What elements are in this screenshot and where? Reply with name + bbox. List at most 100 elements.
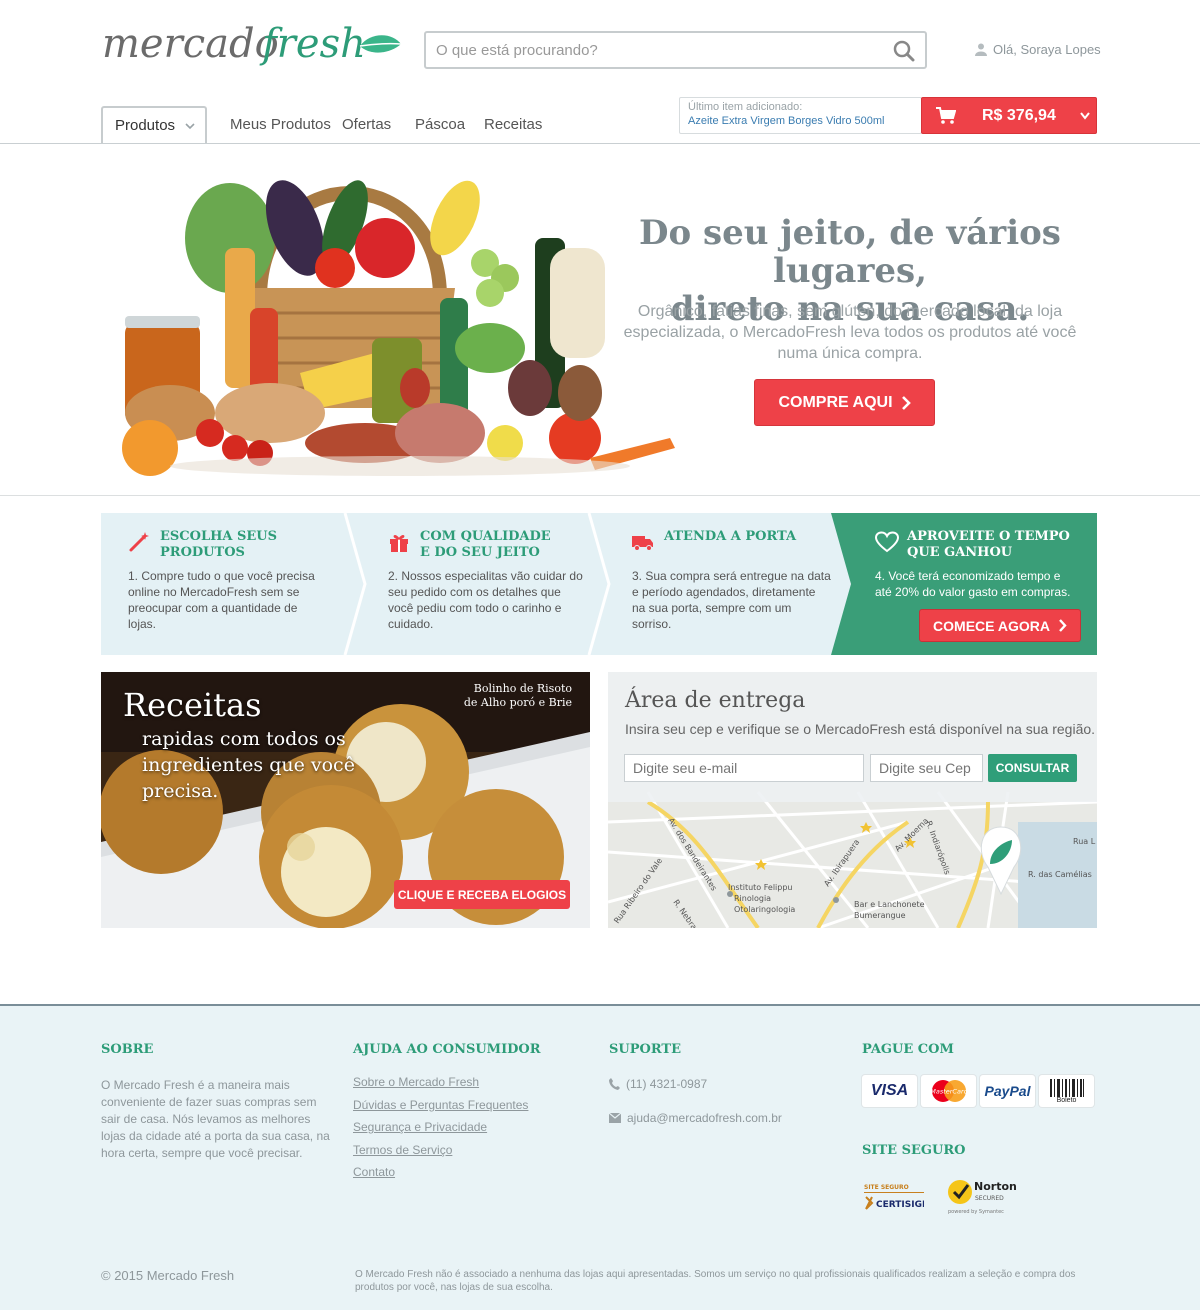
cart-icon	[936, 106, 956, 124]
gift-icon	[390, 535, 408, 552]
chevron-right-icon	[901, 395, 911, 410]
copyright: © 2015 Mercado Fresh	[101, 1268, 235, 1283]
certisign-seal-icon: SITE SEGURO CERTISIGN	[864, 1184, 924, 1210]
map-label-bumerangue: Bumerangue	[854, 911, 906, 920]
email-text: ajuda@mercadofresh.com.br	[627, 1111, 782, 1125]
footer-pagamento: PAGUE COM VISA MasterCard PayPal Boleto …	[862, 1042, 1094, 1216]
comece-agora-label: COMECE AGORA	[933, 617, 1050, 634]
user-greeting: Olá, Soraya Lopes	[993, 42, 1101, 57]
entrega-subtitle: Insira seu cep e verifique se o MercadoF…	[625, 721, 1096, 737]
heart-icon	[875, 531, 899, 553]
support-email[interactable]: ajuda@mercadofresh.com.br	[609, 1111, 782, 1125]
svg-text:CERTISIGN: CERTISIGN	[876, 1200, 924, 1210]
suporte-heading: SUPORTE	[609, 1042, 681, 1057]
map-label-rinologia: Rinologia	[734, 894, 771, 903]
last-item-value[interactable]: Azeite Extra Virgem Borges Vidro 500ml	[688, 115, 913, 127]
link-sobre[interactable]: Sobre o Mercado Fresh	[353, 1071, 541, 1094]
step-3-title: ATENDA A PORTA	[664, 529, 797, 544]
step-3-text: 3. Sua compra será entregue na data e pe…	[632, 569, 831, 631]
receitas-caption: Bolinho de Risoto de Alho poró e Brie	[463, 682, 572, 709]
consultar-button[interactable]: CONSULTAR	[988, 754, 1077, 782]
hero-title-line1: Do seu jeito, de vários lugares,	[639, 213, 1061, 291]
last-added-item[interactable]: Último item adicionado: Azeite Extra Vir…	[679, 97, 922, 134]
footer-suporte: SUPORTE (11) 4321-0987 ajuda@mercadofres…	[609, 1042, 782, 1125]
produtos-label: Produtos	[115, 117, 176, 134]
paypal-icon: PayPal	[980, 1075, 1035, 1107]
footer-sobre: SOBRE O Mercado Fresh é a maneira mais c…	[101, 1042, 337, 1162]
map-label-otolaringologia: Otolaringologia	[734, 905, 795, 914]
main-nav: Produtos Meus Produtos Ofertas Páscoa Re…	[0, 96, 1200, 144]
receitas-title: Receitas	[123, 686, 262, 724]
chevron-right-icon	[1059, 619, 1067, 632]
envelope-icon	[609, 1113, 621, 1123]
nav-pascoa[interactable]: Páscoa	[415, 116, 465, 133]
link-duvidas[interactable]: Dúvidas e Perguntas Frequentes	[353, 1094, 541, 1117]
email-field[interactable]	[624, 754, 864, 782]
map-label-bar: Bar e Lanchonete	[854, 900, 925, 909]
search-box[interactable]	[424, 31, 927, 69]
cart-total: R$ 376,94	[982, 106, 1056, 124]
map-label-rua-l: Rua L	[1073, 837, 1096, 846]
mastercard-icon: MasterCard	[921, 1075, 976, 1107]
map-label-camelias: R. das Camélias	[1028, 869, 1092, 879]
svg-text:SECURED: SECURED	[975, 1195, 1004, 1202]
svg-text:powered by Symantec: powered by Symantec	[948, 1209, 1004, 1215]
link-termos[interactable]: Termos de Serviço	[353, 1139, 541, 1162]
last-item-label: Último item adicionado:	[688, 101, 803, 113]
entrega-title: Área de entrega	[625, 688, 806, 713]
user-menu[interactable]: Olá, Soraya Lopes	[975, 42, 1101, 57]
visa-icon: VISA	[862, 1075, 917, 1107]
step-1: ESCOLHA SEUS PRODUTOS 1. Compre tudo o qu…	[128, 513, 348, 655]
step-4: APROVEITE O TEMPO QUE GANHOU 4. Você terá…	[875, 513, 1090, 655]
grocery-basket-image	[122, 180, 675, 476]
support-phone[interactable]: (11) 4321-0987	[609, 1077, 782, 1091]
nav-meus-produtos[interactable]: Meus Produtos	[230, 116, 331, 133]
phone-icon	[609, 1078, 620, 1090]
hero-banner: Do seu jeito, de vários lugares, direto …	[0, 144, 1200, 496]
cep-field[interactable]	[870, 754, 983, 782]
receitas-banner[interactable]: Receitas rapidas com todos os ingredient…	[101, 672, 590, 928]
norton-secured-icon: Norton SECURED powered by Symantec	[948, 1180, 1017, 1215]
svg-text:Norton: Norton	[974, 1180, 1017, 1193]
step-1-text: 1. Compre tudo o que você precisa online…	[128, 569, 315, 631]
truck-icon	[632, 536, 653, 551]
nav-receitas[interactable]: Receitas	[484, 116, 542, 133]
search-icon[interactable]	[893, 40, 915, 62]
disclaimer: O Mercado Fresh não é associado a nenhum…	[355, 1269, 1076, 1293]
compre-aqui-button[interactable]: COMPRE AQUI	[754, 379, 935, 426]
ajuda-heading: AJUDA AO CONSUMIDOR	[353, 1042, 541, 1057]
chevron-down-icon	[185, 122, 195, 129]
compre-aqui-label: COMPRE AQUI	[778, 393, 893, 411]
search-input[interactable]	[426, 33, 866, 67]
boleto-icon: Boleto	[1039, 1075, 1094, 1107]
phone-text: (11) 4321-0987	[626, 1077, 708, 1091]
step-1-title: ESCOLHA SEUS PRODUTOS	[160, 529, 278, 560]
svg-text:SITE SEGURO: SITE SEGURO	[864, 1184, 909, 1191]
footer-ajuda: AJUDA AO CONSUMIDOR Sobre o Mercado Fres…	[353, 1042, 541, 1184]
link-seguranca[interactable]: Segurança e Privacidade	[353, 1116, 541, 1139]
step-4-text: 4. Você terá economizado tempo e até 20%…	[875, 569, 1071, 599]
magic-wand-icon	[129, 532, 149, 552]
clique-receba-elogios-button[interactable]: CLIQUE E RECEBA ELOGIOS	[394, 880, 570, 909]
cart-button[interactable]: R$ 376,94	[921, 97, 1097, 134]
step-4-title: APROVEITE O TEMPO QUE GANHOU	[907, 529, 1070, 560]
step-2: COM QUALIDADE E DO SEU JEITO 2. Nossos es…	[388, 513, 588, 655]
nav-ofertas[interactable]: Ofertas	[342, 116, 391, 133]
pague-heading: PAGUE COM	[862, 1042, 954, 1057]
comece-agora-button[interactable]: COMECE AGORA	[919, 609, 1081, 642]
receitas-subtitle: rapidas com todos os ingredientes que vo…	[142, 728, 355, 802]
mercadofresh-logo[interactable]: mercado fresh	[102, 14, 402, 76]
svg-text:MasterCard: MasterCard	[930, 1088, 968, 1096]
hero-subtitle: Orgânico, fatias finas, sem glúten, do m…	[623, 303, 1077, 362]
chevron-down-icon	[1080, 111, 1090, 120]
how-it-works: ESCOLHA SEUS PRODUTOS 1. Compre tudo o qu…	[101, 513, 1097, 655]
footer: SOBRE O Mercado Fresh é a maneira mais c…	[0, 1004, 1200, 1310]
step-2-title: COM QUALIDADE E DO SEU JEITO	[420, 529, 551, 560]
step-2-text: 2. Nossos especialitas vão cuidar do seu…	[388, 569, 583, 631]
area-entrega: Instituto Felippu Rinologia Otolaringolo…	[608, 672, 1097, 928]
link-contato[interactable]: Contato	[353, 1161, 541, 1184]
sobre-text: O Mercado Fresh é a maneira mais conveni…	[101, 1078, 330, 1160]
step-3: ATENDA A PORTA 3. Sua compra será entreg…	[632, 513, 832, 655]
site-seguro-heading: SITE SEGURO	[862, 1143, 966, 1158]
produtos-dropdown[interactable]: Produtos	[101, 106, 207, 143]
